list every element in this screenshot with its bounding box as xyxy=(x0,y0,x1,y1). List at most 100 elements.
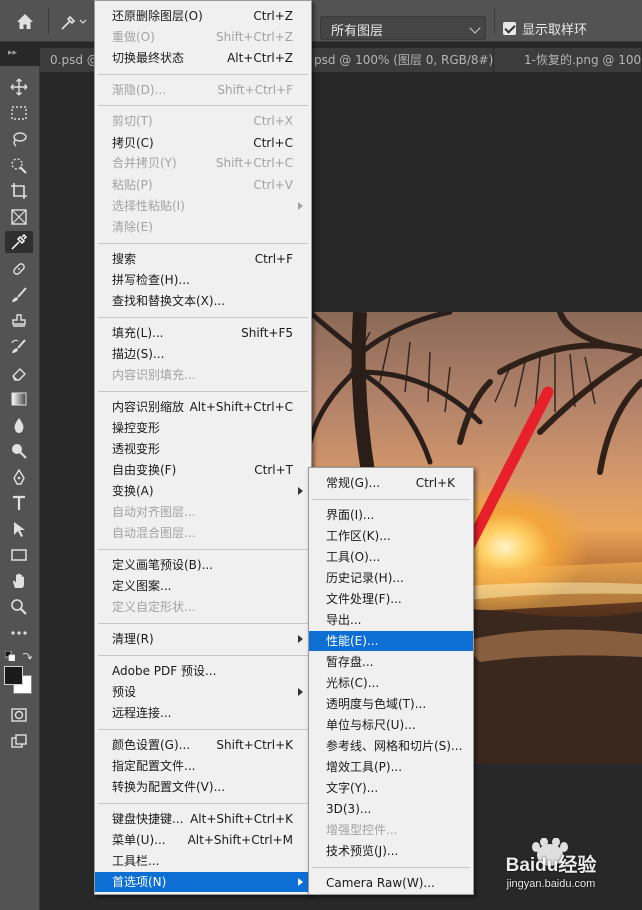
edit-menu-item[interactable]: 清理(R) xyxy=(95,629,311,649)
edit-menu-item[interactable]: 自由变换(F) Ctrl+T xyxy=(95,460,311,480)
edit-menu-item[interactable]: 透视变形 xyxy=(95,439,311,459)
edit-menu-item[interactable]: 清除(E) xyxy=(95,217,311,237)
clone-stamp-tool-icon[interactable] xyxy=(8,310,30,332)
eyedropper-tool-icon[interactable] xyxy=(5,231,33,253)
edit-menu-item[interactable]: 还原删除图层(O) Ctrl+Z xyxy=(95,6,311,26)
edit-menu-item[interactable]: 选择性粘贴(I) xyxy=(95,196,311,216)
quick-mask-icon[interactable] xyxy=(8,704,30,726)
preferences-menu-item[interactable]: 光标(C)... xyxy=(309,673,473,693)
menu-item-label: 常规(G)... xyxy=(326,476,381,490)
edit-menu-item[interactable]: 操控变形 xyxy=(95,418,311,438)
edit-menu-item[interactable]: 远程连接... xyxy=(95,703,311,723)
edit-menu-item[interactable]: 描边(S)... xyxy=(95,344,311,364)
edit-menu-item[interactable]: 合并拷贝(Y) Shift+Ctrl+C xyxy=(95,153,311,173)
edit-menu-item[interactable]: 填充(L)... Shift+F5 xyxy=(95,323,311,343)
edit-menu-item[interactable]: 拼写检查(H)... xyxy=(95,270,311,290)
more-tools-icon[interactable] xyxy=(8,622,30,644)
swap-colors-icon[interactable] xyxy=(22,650,33,660)
preferences-menu-item[interactable]: 单位与标尺(U)... xyxy=(309,715,473,735)
dodge-tool-icon[interactable] xyxy=(8,440,30,462)
edit-menu-item[interactable]: 工具栏... xyxy=(95,851,311,871)
default-colors-icon[interactable] xyxy=(4,650,16,662)
preferences-menu-item[interactable]: 工具(O)... xyxy=(309,547,473,567)
blur-tool-icon[interactable] xyxy=(8,414,30,436)
edit-menu-item[interactable]: 首选项(N) xyxy=(95,872,311,892)
path-selection-tool-icon[interactable] xyxy=(8,518,30,540)
hand-tool-icon[interactable] xyxy=(8,570,30,592)
sample-layers-select[interactable]: 所有图层 xyxy=(320,16,486,40)
eraser-tool-icon[interactable] xyxy=(8,362,30,384)
preferences-menu-item[interactable]: 透明度与色域(T)... xyxy=(309,694,473,714)
menu-item-label: 首选项(N) xyxy=(112,875,167,889)
brush-tool-icon[interactable] xyxy=(8,284,30,306)
preferences-menu-item[interactable]: 性能(E)... xyxy=(309,631,473,651)
edit-menu-item[interactable]: 颜色设置(G)... Shift+Ctrl+K xyxy=(95,735,311,755)
menu-item-label: 清理(R) xyxy=(112,632,154,646)
history-brush-tool-icon[interactable] xyxy=(8,336,30,358)
lasso-tool-icon[interactable] xyxy=(8,128,30,150)
edit-menu-item[interactable]: 定义画笔预设(B)... xyxy=(95,555,311,575)
marquee-tool-icon[interactable] xyxy=(8,102,30,124)
edit-menu-item[interactable]: 重做(O) Shift+Ctrl+Z xyxy=(95,27,311,47)
preferences-menu-item[interactable]: 3D(3)... xyxy=(309,799,473,819)
edit-menu-item[interactable]: 定义自定形状... xyxy=(95,597,311,617)
document-tab[interactable]: psd @ 100% (图层 0, RGB/8#) * xyxy=(304,48,494,72)
preferences-menu-item[interactable]: 界面(I)... xyxy=(309,505,473,525)
options-divider xyxy=(48,8,49,34)
edit-menu-item[interactable]: 剪切(T) Ctrl+X xyxy=(95,111,311,131)
edit-menu-item[interactable]: 自动混合图层... xyxy=(95,523,311,543)
menu-item-label: 性能(E)... xyxy=(326,634,379,648)
edit-menu-item[interactable]: 内容识别缩放 Alt+Shift+Ctrl+C xyxy=(95,397,311,417)
preferences-menu-item[interactable]: 文字(Y)... xyxy=(309,778,473,798)
edit-menu-item[interactable]: 拷贝(C) Ctrl+C xyxy=(95,133,311,153)
pen-tool-icon[interactable] xyxy=(8,466,30,488)
preferences-menu-item[interactable]: 常规(G)... Ctrl+K xyxy=(309,473,473,493)
edit-menu-item[interactable]: 转换为配置文件(V)... xyxy=(95,777,311,797)
edit-menu-item[interactable]: Adobe PDF 预设... xyxy=(95,661,311,681)
gradient-tool-icon[interactable] xyxy=(8,388,30,410)
edit-menu-item[interactable]: 查找和替换文本(X)... xyxy=(95,291,311,311)
menu-item-label: 文字(Y)... xyxy=(326,781,379,795)
edit-menu-item[interactable]: 搜索 Ctrl+F xyxy=(95,249,311,269)
edit-menu-item[interactable]: 渐隐(D)... Shift+Ctrl+F xyxy=(95,80,311,100)
edit-menu-item[interactable]: 粘贴(P) Ctrl+V xyxy=(95,175,311,195)
edit-menu-item[interactable]: 变换(A) xyxy=(95,481,311,501)
type-tool-icon[interactable] xyxy=(8,492,30,514)
preferences-menu-item[interactable]: 技术预览(J)... xyxy=(309,841,473,861)
edit-menu-item[interactable]: 切换最终状态 Alt+Ctrl+Z xyxy=(95,48,311,68)
zoom-tool-icon[interactable] xyxy=(8,596,30,618)
panel-collapse-icon[interactable]: ▸▸ xyxy=(8,48,17,58)
menu-item-label: 菜单(U)... xyxy=(112,833,166,847)
preferences-menu-item[interactable]: 文件处理(F)... xyxy=(309,589,473,609)
edit-menu-item[interactable]: 自动对齐图层... xyxy=(95,502,311,522)
preferences-menu-item[interactable]: 增效工具(P)... xyxy=(309,757,473,777)
menu-item-label: 描边(S)... xyxy=(112,347,165,361)
preferences-menu-item[interactable]: 增强型控件... xyxy=(309,820,473,840)
document-tab[interactable]: 1-恢复的.png @ 100% ( xyxy=(514,48,642,72)
preferences-menu-item[interactable]: 导出... xyxy=(309,610,473,630)
edit-menu-item[interactable]: 键盘快捷键... Alt+Shift+Ctrl+K xyxy=(95,809,311,829)
edit-menu-item[interactable]: 预设 xyxy=(95,682,311,702)
show-sampling-ring-toggle[interactable]: 显示取样环 xyxy=(503,19,587,38)
preferences-menu-item[interactable]: Camera Raw(W)... xyxy=(309,873,473,893)
frame-tool-icon[interactable] xyxy=(8,206,30,228)
edit-menu-item[interactable]: 指定配置文件... xyxy=(95,756,311,776)
screen-mode-icon[interactable] xyxy=(8,730,30,752)
home-icon[interactable] xyxy=(14,11,36,33)
show-sampling-ring-checkbox[interactable] xyxy=(503,22,516,35)
eyedropper-tool-preset-icon[interactable] xyxy=(58,11,88,33)
document-tab[interactable]: 0.psd @ xyxy=(40,48,96,72)
move-tool-icon[interactable] xyxy=(8,76,30,98)
rectangle-tool-icon[interactable] xyxy=(8,544,30,566)
quick-selection-tool-icon[interactable] xyxy=(8,154,30,176)
preferences-menu-item[interactable]: 历史记录(H)... xyxy=(309,568,473,588)
preferences-menu-item[interactable]: 暂存盘... xyxy=(309,652,473,672)
edit-menu-item[interactable]: 菜单(U)... Alt+Shift+Ctrl+M xyxy=(95,830,311,850)
preferences-menu-item[interactable]: 工作区(K)... xyxy=(309,526,473,546)
edit-menu-item[interactable]: 内容识别填充... xyxy=(95,365,311,385)
edit-menu-item[interactable]: 定义图案... xyxy=(95,576,311,596)
crop-tool-icon[interactable] xyxy=(8,180,30,202)
preferences-menu-item[interactable]: 参考线、网格和切片(S)... xyxy=(309,736,473,756)
healing-brush-tool-icon[interactable] xyxy=(8,258,30,280)
foreground-color-swatch[interactable] xyxy=(4,666,23,685)
